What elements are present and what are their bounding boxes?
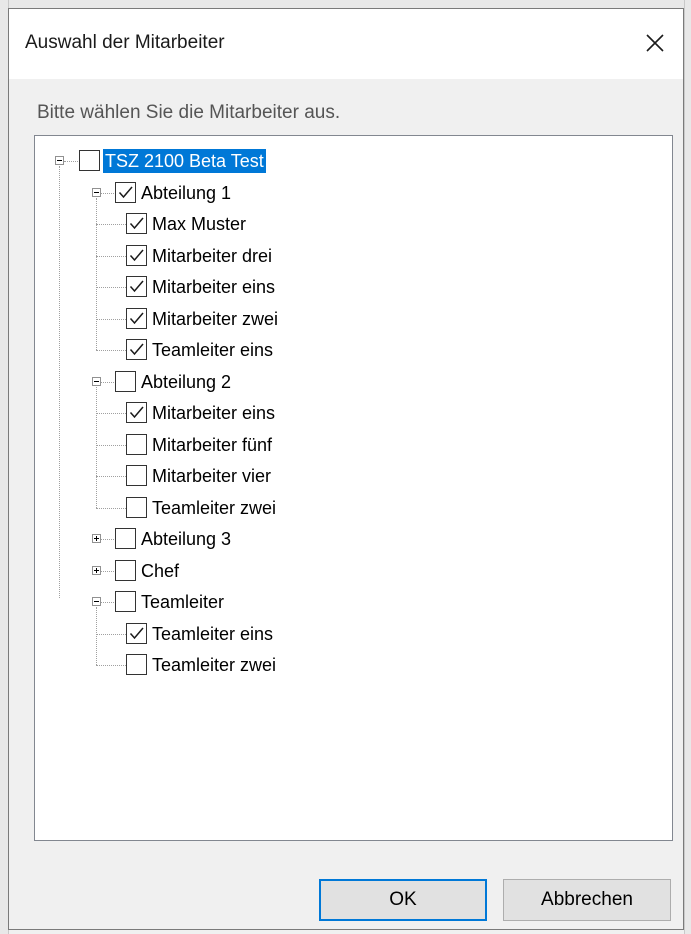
tree-connector-line [101, 381, 114, 383]
tree-group-label: Abteilung 2 [141, 371, 232, 392]
checkmark-icon [129, 249, 144, 261]
tree-group-label: Abteilung 1 [141, 182, 232, 203]
ok-button[interactable]: OK [319, 879, 487, 921]
tree-connector-line [96, 607, 97, 665]
tree-connector-line [96, 507, 126, 509]
close-button[interactable] [627, 9, 683, 77]
collapse-toggle-icon[interactable] [92, 187, 101, 197]
tree-group-label: Chef [141, 560, 180, 581]
instruction-text: Bitte wählen Sie die Mitarbeiter aus. [37, 102, 341, 123]
background-edge-top [0, 0, 691, 8]
tree-employee-label: Mitarbeiter drei [152, 245, 273, 266]
tree-employee-label: Mitarbeiter eins [152, 277, 276, 297]
tree-connector-line [96, 444, 126, 446]
group-checkbox[interactable] [115, 591, 136, 612]
collapse-toggle-icon[interactable] [55, 156, 64, 165]
tree-employee-label: Teamleiter zwei [152, 497, 277, 518]
tree-connector-line [96, 386, 97, 508]
group-checkbox[interactable] [115, 181, 136, 203]
tree-employee-label: Mitarbeiter zwei [152, 308, 279, 329]
tree-connector-line [96, 224, 126, 225]
employee-checkbox[interactable] [126, 276, 147, 297]
collapse-toggle-icon[interactable] [92, 376, 101, 386]
employee-checkbox[interactable] [126, 244, 147, 266]
tree-connector-line [96, 318, 126, 320]
tree-employee-label: Teamleiter eins [152, 623, 274, 644]
group-checkbox[interactable] [115, 528, 136, 549]
tree-employee-label: Mitarbeiter fünf [152, 434, 273, 455]
tree-employee-label: Teamleiter eins [152, 340, 274, 360]
background-edge-right [684, 0, 691, 934]
tree-connector-line [96, 633, 126, 635]
close-icon [646, 34, 664, 52]
employee-checkbox[interactable] [126, 213, 147, 234]
employee-checkbox[interactable] [126, 339, 147, 360]
checkmark-icon [129, 280, 144, 293]
tree-connector-line [96, 197, 97, 350]
tree-employee-label: Max Muster [152, 214, 247, 234]
checkmark-icon [129, 217, 144, 230]
group-checkbox[interactable] [115, 370, 136, 392]
checkmark-icon [129, 343, 144, 356]
checkmark-icon [129, 627, 144, 639]
dialog-title: Auswahl der Mitarbeiter [25, 32, 225, 53]
employee-checkbox[interactable] [126, 622, 147, 644]
checkmark-icon [118, 186, 133, 198]
tree-employee-label: Mitarbeiter vier [152, 466, 272, 486]
employee-checkbox[interactable] [126, 496, 147, 518]
tree-employee-label: Teamleiter zwei [152, 655, 277, 675]
tree-connector-line [101, 539, 114, 540]
collapse-toggle-icon[interactable] [92, 597, 101, 606]
expand-toggle-icon[interactable] [92, 534, 101, 543]
tree-connector-line [59, 166, 60, 598]
tree-connector-line [101, 570, 114, 572]
tree-connector-line [101, 602, 114, 603]
group-checkbox[interactable] [115, 559, 136, 581]
background-window: Auswahl der Mitarbeiter Bitte wählen Sie… [0, 0, 691, 934]
employee-checkbox[interactable] [126, 402, 147, 423]
employee-selection-dialog: Auswahl der Mitarbeiter Bitte wählen Sie… [8, 8, 684, 930]
tree-employee-label: Mitarbeiter eins [152, 403, 276, 423]
employee-checkbox[interactable] [126, 654, 147, 675]
tree-group-label: Abteilung 3 [141, 529, 232, 549]
title-bar: Auswahl der Mitarbeiter [9, 9, 683, 79]
cancel-button[interactable]: Abbrechen [503, 879, 671, 921]
employee-checkbox[interactable] [126, 465, 147, 486]
tree-connector-line [96, 413, 126, 414]
expand-toggle-icon[interactable] [92, 565, 101, 575]
employee-checkbox[interactable] [126, 307, 147, 329]
tree-connector-line [96, 665, 126, 666]
tree-connector-line [96, 255, 126, 257]
employee-checkbox[interactable] [126, 433, 147, 455]
employee-tree-view[interactable]: TSZ 2100 Beta Test Abteilung 1 Max Muster M… [34, 135, 673, 841]
tree-connector-line [64, 161, 78, 162]
tree-connector-line [96, 350, 126, 351]
tree-connector-line [96, 287, 126, 288]
checkmark-icon [129, 406, 144, 419]
tree-root-label: TSZ 2100 Beta Test [103, 149, 266, 173]
checkmark-icon [129, 312, 144, 324]
tree-group-label: Teamleiter [141, 592, 225, 612]
tree-connector-line [101, 192, 114, 194]
tree-connector-line [96, 476, 126, 477]
root-checkbox[interactable] [79, 150, 100, 171]
